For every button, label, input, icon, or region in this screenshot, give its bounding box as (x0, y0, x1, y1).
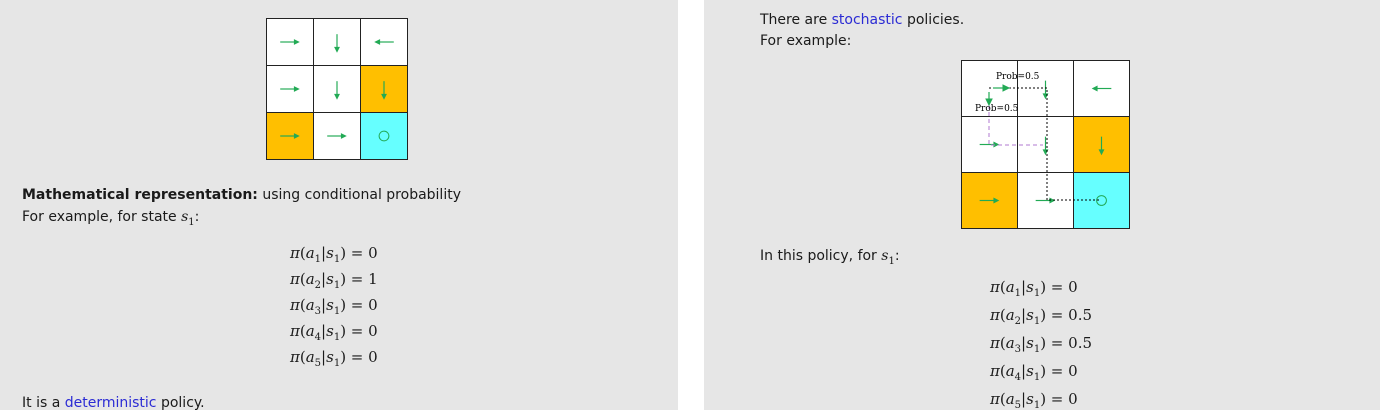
policy-equation: π(a1|s1) = 0 (290, 244, 378, 265)
arrow-down-icon (334, 81, 340, 100)
policy-equation: π(a4|s1) = 0 (990, 362, 1078, 383)
arrow-right-icon (1035, 197, 1056, 204)
representation-heading: Mathematical representation: using condi… (22, 186, 461, 204)
policy-equation: π(a4|s1) = 0 (290, 322, 378, 343)
grid-cell-forbidden (267, 113, 314, 160)
policy-equation: π(a1|s1) = 0 (990, 278, 1078, 299)
prob-label-right-move: Prob=0.5 (996, 72, 1040, 82)
heading-rest: using conditional probability (257, 187, 461, 203)
policy-prefix: In this policy, for (760, 248, 882, 264)
arrow-right-icon (979, 141, 1000, 148)
grid-cell-normal (314, 113, 361, 160)
arrow-down-icon (1042, 80, 1049, 100)
grid-cell-normal (314, 66, 361, 113)
deterministic-link[interactable]: deterministic (65, 395, 157, 410)
arrow-right-icon (280, 133, 300, 139)
grid-cell-forbidden (1074, 117, 1130, 173)
arrow-left-icon (374, 39, 394, 45)
grid-cell-forbidden (962, 173, 1018, 229)
grid-cell-forbidden (361, 66, 408, 113)
heading-bold: Mathematical representation: (22, 187, 258, 203)
grid-cell-normal (1018, 117, 1074, 173)
arrow-left-icon (1091, 85, 1112, 92)
example-label: For example: (760, 33, 852, 49)
arrow-right-icon (327, 133, 347, 139)
policy-equation: π(a3|s1) = 0.5 (990, 334, 1093, 355)
intro-prefix: There are (760, 12, 832, 28)
grid-cell-normal (267, 66, 314, 113)
stochastic-link[interactable]: stochastic (832, 12, 903, 28)
grid-world-stochastic (961, 60, 1130, 229)
grid-cell-normal (361, 19, 408, 66)
circle-icon (1096, 195, 1107, 206)
conclusion-suffix: policy. (156, 395, 205, 410)
policy-suffix: : (894, 248, 900, 264)
grid-cell-normal (1018, 61, 1074, 117)
grid-cell-normal (962, 117, 1018, 173)
intro-line: There are stochastic policies. (760, 11, 964, 29)
state-symbol: s1 (181, 209, 195, 228)
conclusion-line: It is a deterministic policy. (22, 394, 205, 410)
slide-left: Mathematical representation: using condi… (0, 0, 678, 410)
grid-cell-target (1074, 173, 1130, 229)
arrow-right-icon (280, 39, 300, 45)
state-symbol-right: s1 (881, 248, 895, 267)
grid-world-deterministic (266, 18, 408, 160)
policy-equation: π(a3|s1) = 0 (290, 296, 378, 317)
circle-icon (378, 130, 390, 142)
example-suffix: : (194, 209, 200, 225)
arrow-down-icon (334, 34, 340, 53)
arrow-down-icon (381, 81, 387, 100)
grid-cell-target (361, 113, 408, 160)
example-prefix: For example, for state (22, 209, 182, 225)
example-line: For example, for state s1: (22, 208, 199, 232)
grid-cell-normal (314, 19, 361, 66)
grid-cell-normal (1074, 61, 1130, 117)
arrow-right-icon (280, 86, 300, 92)
policy-equation: π(a2|s1) = 0.5 (990, 306, 1093, 327)
conclusion-prefix: It is a (22, 395, 65, 410)
policy-equation: π(a2|s1) = 1 (290, 270, 378, 291)
arrow-right-icon (979, 197, 1000, 204)
policy-equation: π(a5|s1) = 0 (990, 390, 1078, 410)
policy-equation: π(a5|s1) = 0 (290, 348, 378, 369)
policy-line: In this policy, for s1: (760, 247, 900, 271)
arrow-down-icon (1042, 136, 1049, 156)
prob-label-down-move: Prob=0.5 (975, 104, 1019, 114)
intro-suffix: policies. (902, 12, 965, 28)
grid-cell-normal (267, 19, 314, 66)
grid-cell-normal (1018, 173, 1074, 229)
arrow-down-icon (1098, 136, 1105, 156)
